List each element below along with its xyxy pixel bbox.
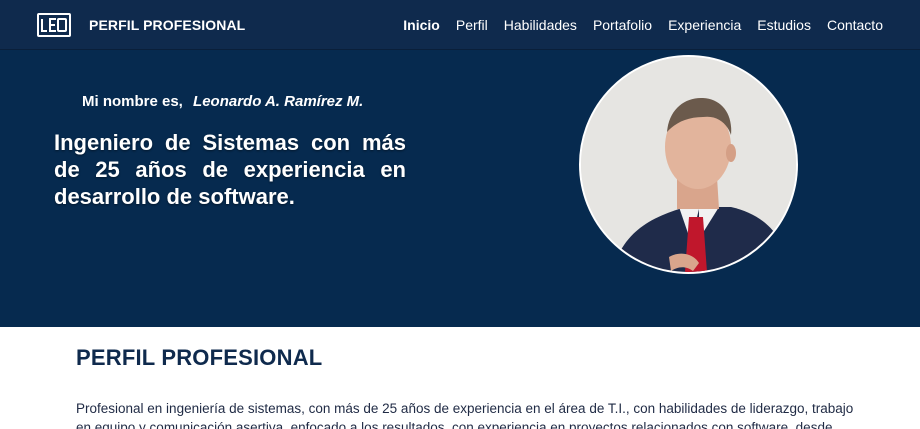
- nav-estudios[interactable]: Estudios: [757, 17, 811, 33]
- brand[interactable]: PERFIL PROFESIONAL: [37, 12, 246, 37]
- nav-contacto[interactable]: Contacto: [827, 17, 883, 33]
- profile-photo: [579, 55, 798, 274]
- intro-prefix: Mi nombre es,: [82, 93, 183, 110]
- leo-logo-icon: [37, 12, 71, 37]
- nav-portafolio[interactable]: Portafolio: [593, 17, 652, 33]
- profile-title: PERFIL PROFESIONAL: [76, 345, 323, 370]
- person-portrait-icon: [581, 57, 796, 272]
- nav-perfil[interactable]: Perfil: [456, 17, 488, 33]
- main-nav: Inicio Perfil Habilidades Portafolio Exp…: [403, 17, 883, 33]
- profile-text: Profesional en ingeniería de sistemas, c…: [76, 401, 854, 429]
- nav-inicio[interactable]: Inicio: [403, 17, 440, 33]
- hero-headline: Ingeniero de Sistemas con más de 25 años…: [54, 130, 406, 209]
- hero-section: Mi nombre es, Leonardo A. Ramírez M. Ing…: [0, 50, 920, 327]
- brand-title: PERFIL PROFESIONAL: [89, 16, 246, 33]
- nav-experiencia[interactable]: Experiencia: [668, 17, 741, 33]
- nav-habilidades[interactable]: Habilidades: [504, 17, 577, 33]
- intro-line: Mi nombre es, Leonardo A. Ramírez M.: [82, 93, 363, 110]
- person-name: Leonardo A. Ramírez M.: [193, 93, 364, 110]
- profile-section: PERFIL PROFESIONAL Profesional en ingeni…: [0, 327, 920, 429]
- top-navbar: PERFIL PROFESIONAL Inicio Perfil Habilid…: [0, 0, 920, 50]
